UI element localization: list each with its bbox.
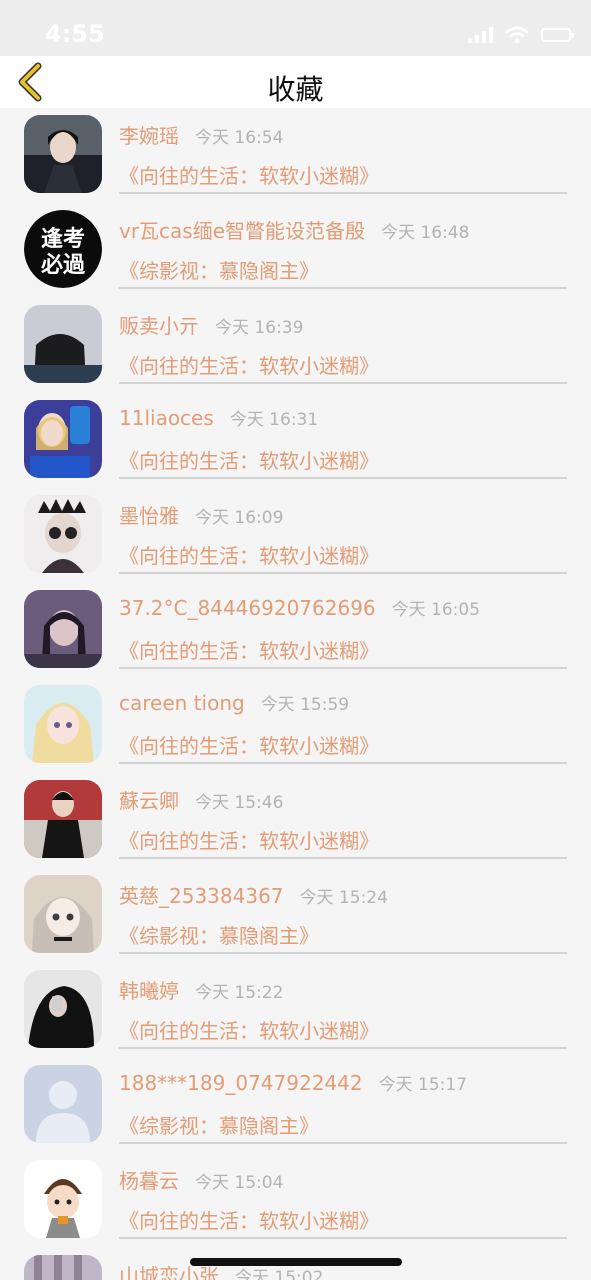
divider <box>119 572 567 574</box>
status-icons <box>468 26 574 44</box>
avatar[interactable] <box>24 400 102 478</box>
timestamp: 今天 15:24 <box>299 888 388 908</box>
avatar[interactable] <box>24 970 102 1048</box>
work-title[interactable]: 《向往的生活：软软小迷糊》 <box>119 635 379 664</box>
timestamp: 今天 15:04 <box>195 1173 284 1193</box>
list-item[interactable]: 韩曦婷 今天 15:22 《向往的生活：软软小迷糊》 <box>0 963 591 1058</box>
user-name: 山城恋小张 <box>119 1264 219 1280</box>
list-item[interactable]: 英慈_253384367 今天 15:24 《综影视：慕隐阁主》 <box>0 868 591 963</box>
timestamp: 今天 16:39 <box>215 318 304 338</box>
timestamp: 今天 15:59 <box>260 695 350 715</box>
home-indicator[interactable] <box>190 1258 402 1266</box>
wifi-icon <box>505 26 529 44</box>
user-name: 188***189_0747922442 <box>119 1071 363 1095</box>
work-title[interactable]: 《向往的生活：软软小迷糊》 <box>119 1015 379 1044</box>
avatar[interactable] <box>24 590 102 668</box>
divider <box>119 477 567 479</box>
work-title[interactable]: 《向往的生活：软软小迷糊》 <box>119 1205 379 1234</box>
default-user-icon[interactable] <box>24 1065 102 1143</box>
work-title[interactable]: 《向往的生活：软软小迷糊》 <box>119 445 379 474</box>
user-name: 杨暮云 <box>119 1169 179 1193</box>
avatar[interactable] <box>24 495 102 573</box>
avatar[interactable] <box>24 305 102 383</box>
avatar[interactable] <box>24 1160 102 1238</box>
work-title[interactable]: 《向往的生活：软软小迷糊》 <box>119 730 379 759</box>
divider <box>119 1237 567 1239</box>
user-name: 贩卖小亓 <box>119 314 199 338</box>
avatar-text-bottom: 必過 <box>41 252 86 278</box>
work-title[interactable]: 《向往的生活：软软小迷糊》 <box>119 540 379 569</box>
work-title[interactable]: 《综影视：慕隐阁主》 <box>119 1110 319 1139</box>
favorites-list: 李婉瑶 今天 16:54 《向往的生活：软软小迷糊》 逢考 必過 vr瓦cas缅e智… <box>0 108 591 1280</box>
list-item[interactable]: 188***189_0747922442 今天 15:17 《综影视：慕隐阁主》 <box>0 1058 591 1153</box>
user-name: 李婉瑶 <box>119 124 179 148</box>
avatar[interactable] <box>24 780 102 858</box>
signal-icon <box>468 27 493 43</box>
list-item[interactable]: 蘇云卿 今天 15:46 《向往的生活：软软小迷糊》 <box>0 773 591 868</box>
timestamp: 今天 16:31 <box>229 410 319 430</box>
list-item[interactable]: careen tiong 今天 15:59 《向往的生活：软软小迷糊》 <box>0 678 591 773</box>
timestamp: 今天 15:22 <box>195 983 284 1003</box>
list-item[interactable]: 11liaoces 今天 16:31 《向往的生活：软软小迷糊》 <box>0 393 591 488</box>
timestamp: 今天 15:02 <box>235 1268 324 1280</box>
user-name: careen tiong <box>119 691 245 715</box>
timestamp: 今天 15:17 <box>378 1075 467 1095</box>
avatar[interactable] <box>24 875 102 953</box>
divider <box>119 192 567 194</box>
timestamp: 今天 16:54 <box>195 128 284 148</box>
divider <box>119 667 567 669</box>
timestamp: 今天 16:09 <box>195 508 284 528</box>
page-title: 收藏 <box>267 73 324 106</box>
user-name: 韩曦婷 <box>119 979 179 1003</box>
user-name: 蘇云卿 <box>119 789 179 813</box>
avatar[interactable] <box>24 1255 102 1280</box>
work-title[interactable]: 《综影视：慕隐阁主》 <box>119 920 319 949</box>
user-name: 英慈_253384367 <box>119 884 284 908</box>
divider <box>119 857 567 859</box>
work-title[interactable]: 《向往的生活：软软小迷糊》 <box>119 825 379 854</box>
avatar[interactable] <box>24 685 102 763</box>
divider <box>119 952 567 954</box>
timestamp: 今天 16:48 <box>381 223 470 243</box>
list-item[interactable]: 37.2°C_84446920762696 今天 16:05 《向往的生活：软软小… <box>0 583 591 678</box>
status-time: 4:55 <box>45 20 105 48</box>
user-name: 37.2°C_84446920762696 <box>119 596 376 620</box>
list-item[interactable]: 逢考 必過 vr瓦cas缅e智瞥能设范备殷 今天 16:48 《综影视：慕隐阁主》 <box>0 203 591 298</box>
timestamp: 今天 15:46 <box>195 793 284 813</box>
avatar[interactable] <box>24 115 102 193</box>
list-item[interactable]: 李婉瑶 今天 16:54 《向往的生活：软软小迷糊》 <box>0 108 591 203</box>
divider <box>119 1142 567 1144</box>
user-name: vr瓦cas缅e智瞥能设范备殷 <box>119 219 366 243</box>
divider <box>119 287 567 289</box>
nav-bar: 收藏 <box>0 56 591 108</box>
list-item[interactable]: 墨怡雅 今天 16:09 《向往的生活：软软小迷糊》 <box>0 488 591 583</box>
divider <box>119 762 567 764</box>
work-title[interactable]: 《向往的生活：软软小迷糊》 <box>119 160 379 189</box>
list-item[interactable]: 贩卖小亓 今天 16:39 《向往的生活：软软小迷糊》 <box>0 298 591 393</box>
user-name: 11liaoces <box>119 406 214 430</box>
list-item[interactable]: 杨暮云 今天 15:04 《向往的生活：软软小迷糊》 <box>0 1153 591 1248</box>
avatar[interactable]: 逢考 必過 <box>24 210 102 288</box>
work-title[interactable]: 《综影视：慕隐阁主》 <box>119 255 319 284</box>
status-bar: 4:55 <box>0 0 591 56</box>
timestamp: 今天 16:05 <box>391 600 481 620</box>
battery-icon <box>541 28 574 42</box>
user-name: 墨怡雅 <box>119 504 179 528</box>
avatar-text-top: 逢考 <box>41 226 85 252</box>
divider <box>119 1047 567 1049</box>
divider <box>119 382 567 384</box>
work-title[interactable]: 《向往的生活：软软小迷糊》 <box>119 350 379 379</box>
